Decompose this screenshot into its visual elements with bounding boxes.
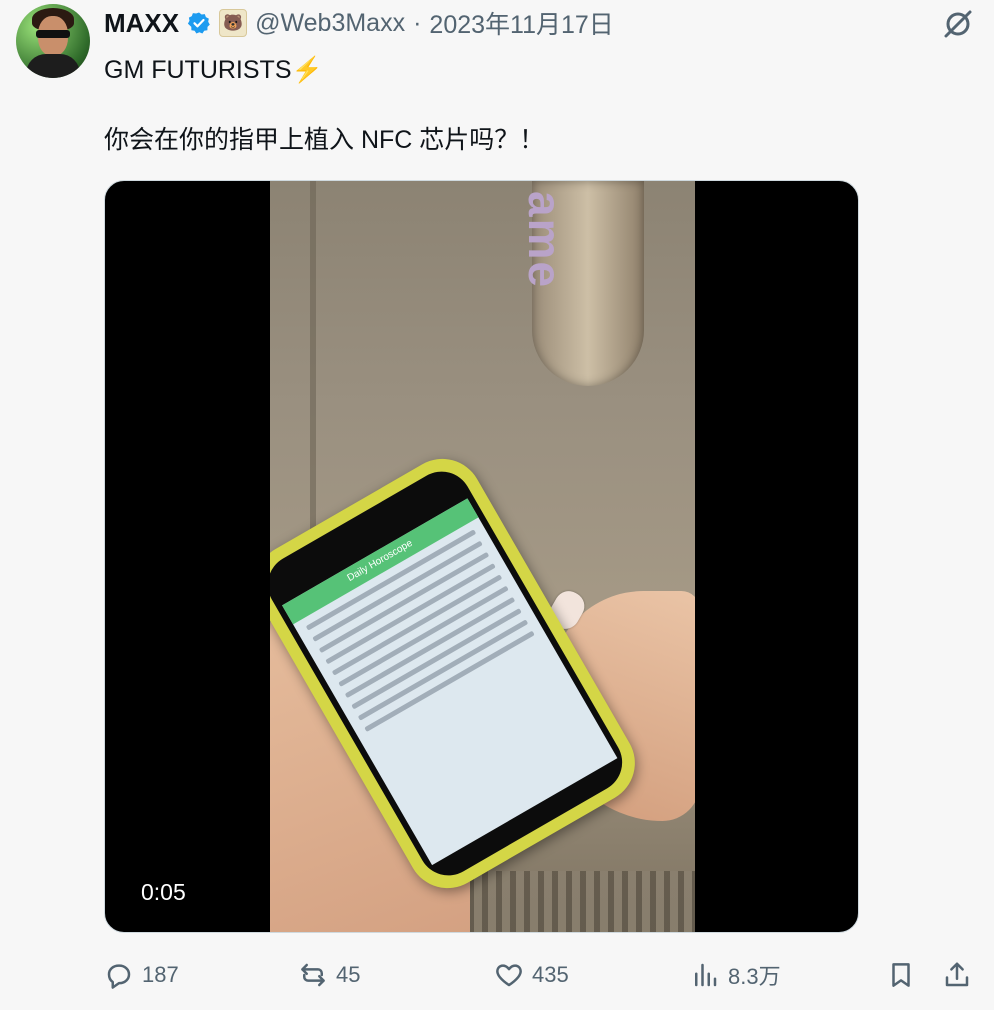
repost-count: 45	[336, 962, 361, 987]
grok-icon[interactable]	[942, 8, 974, 40]
tweet-line-1-text: GM FUTURISTS	[104, 56, 292, 84]
radiator-vent	[440, 871, 695, 932]
wall-sign-text: ame	[519, 191, 571, 290]
tweet-line-1: GM FUTURISTS⚡	[104, 52, 323, 88]
view-count: 8.3万	[728, 964, 781, 989]
like-count: 435	[532, 962, 569, 987]
tweet-body: GM FUTURISTS⚡ 你会在你的指甲上植入 NFC 芯片吗？！	[104, 52, 544, 154]
lightning-emoji: ⚡	[291, 56, 323, 84]
verified-badge-icon[interactable]	[187, 11, 211, 35]
views-button[interactable]: 8.3万	[690, 955, 781, 995]
author-name[interactable]: MAXX	[104, 8, 179, 39]
tweet-header: MAXX 🐻 @Web3Maxx · 2023年11月17日	[104, 6, 614, 40]
reply-count: 187	[142, 962, 179, 987]
share-button[interactable]	[942, 955, 972, 995]
share-icon	[945, 962, 969, 987]
author-avatar[interactable]	[16, 4, 90, 78]
video-player[interactable]: ame Daily Horoscope 0:05	[104, 180, 859, 933]
video-frame: ame Daily Horoscope	[270, 181, 695, 932]
video-duration: 0:05	[141, 879, 186, 905]
affiliate-badge-icon[interactable]: 🐻	[219, 9, 248, 37]
heart-icon	[496, 964, 522, 987]
reply-icon	[107, 964, 131, 989]
reply-button[interactable]: 187	[104, 955, 179, 995]
tweet-line-2: 你会在你的指甲上植入 NFC 芯片吗？！	[104, 126, 545, 154]
analytics-icon	[695, 963, 717, 987]
repost-icon	[301, 963, 325, 987]
header-separator: ·	[413, 8, 422, 37]
repost-button[interactable]: 45	[298, 955, 360, 995]
bookmark-button[interactable]	[886, 955, 916, 995]
author-handle[interactable]: @Web3Maxx	[255, 9, 405, 38]
tweet-date[interactable]: 2023年11月17日	[429, 5, 613, 41]
avatar-body	[26, 54, 80, 78]
like-button[interactable]: 435	[494, 955, 569, 995]
avatar-glasses	[36, 30, 70, 38]
tweet-actions: 187 45 435 8.3万	[0, 955, 994, 995]
bookmark-icon	[892, 963, 910, 987]
